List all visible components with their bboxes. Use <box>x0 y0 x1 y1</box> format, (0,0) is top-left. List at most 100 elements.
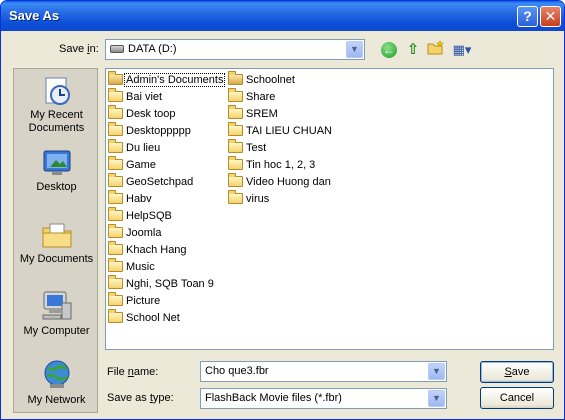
folder-icon <box>108 71 123 85</box>
list-item[interactable]: Admin's Documents <box>108 71 226 88</box>
list-item[interactable]: SREM <box>228 105 333 122</box>
folder-icon <box>228 105 243 119</box>
file-name: Habv <box>126 192 152 205</box>
title-bar[interactable]: Save As ? ✕ <box>1 1 564 31</box>
file-name-label: File name: <box>107 366 159 378</box>
close-button[interactable]: ✕ <box>540 6 561 27</box>
file-name: Bai viet <box>126 90 163 103</box>
save-as-type-label: Save as type: <box>107 392 174 404</box>
list-item[interactable]: Music <box>108 258 224 275</box>
list-item[interactable]: Tin hoc 1, 2, 3 <box>228 156 333 173</box>
list-item[interactable]: Test <box>228 139 333 156</box>
list-item[interactable]: Game <box>108 156 224 173</box>
save-as-dialog: Save As ? ✕ Save in: DATA (D:) ▼ ← ⇧ ▦▾ … <box>0 0 565 420</box>
list-item[interactable]: Picture <box>108 292 224 309</box>
folder-icon <box>228 88 243 102</box>
chevron-down-icon[interactable]: ▼ <box>428 390 445 407</box>
folder-icon <box>228 190 243 204</box>
file-name: Nghi, SQB Toan 9 <box>126 277 214 290</box>
file-column-1: Admin's Documents Bai viet Desk toop Deskto… <box>108 71 226 326</box>
folder-icon <box>108 190 123 204</box>
file-name: TAI LIEU CHUAN <box>246 124 332 137</box>
file-name: Picture <box>126 294 161 307</box>
place-desktop[interactable]: Desktop <box>14 147 99 194</box>
network-globe-icon <box>44 360 69 388</box>
folder-icon <box>108 173 123 187</box>
save-as-type-value: FlashBack Movie files (*.fbr) <box>205 392 342 404</box>
file-name: Tin hoc 1, 2, 3 <box>246 158 316 171</box>
place-my-computer[interactable]: My Computer <box>14 289 99 338</box>
file-name: Video Huong dan <box>246 175 331 188</box>
file-name: Share <box>246 90 276 103</box>
save-button[interactable]: Save <box>480 361 554 383</box>
list-item[interactable]: Schoolnet <box>228 71 333 88</box>
folder-icon <box>228 173 243 187</box>
list-item[interactable]: Du lieu <box>108 139 224 156</box>
back-arrow-icon: ← <box>381 42 397 59</box>
folder-icon <box>108 241 123 255</box>
save-in-dropdown[interactable]: DATA (D:) ▼ <box>105 39 365 60</box>
folder-icon <box>108 309 123 323</box>
list-item[interactable]: Khach Hang <box>108 241 224 258</box>
folder-icon <box>228 156 243 170</box>
save-in-label: Save in: <box>59 43 99 55</box>
folder-icon <box>108 88 123 102</box>
recent-documents-icon <box>45 77 70 105</box>
folder-up-icon: ⇧ <box>406 41 420 58</box>
file-name: Admin's Documents <box>123 72 226 87</box>
folder-icon <box>108 122 123 136</box>
file-name: Test <box>246 141 267 154</box>
folder-icon <box>108 224 123 238</box>
file-name: Du lieu <box>126 141 161 154</box>
place-my-network[interactable]: My Network <box>14 358 99 407</box>
file-list[interactable]: Admin's Documents Bai viet Desk toop Deskto… <box>105 68 554 350</box>
new-folder-icon <box>427 40 444 55</box>
save-as-type-dropdown[interactable]: FlashBack Movie files (*.fbr) ▼ <box>200 388 447 409</box>
list-item[interactable]: Desktoppppp <box>108 122 224 139</box>
up-one-level-button[interactable]: ⇧ <box>403 40 423 60</box>
cancel-button[interactable]: Cancel <box>480 387 554 409</box>
save-in-value: DATA (D:) <box>128 43 177 55</box>
list-item[interactable]: HelpSQB <box>108 207 224 224</box>
folder-icon <box>108 258 123 272</box>
places-bar: My Recent Documents Desktop My Documents <box>13 68 98 413</box>
views-menu-button[interactable]: ▦▾ <box>449 40 475 60</box>
chevron-down-icon[interactable]: ▼ <box>346 41 363 58</box>
list-item[interactable]: Desk toop <box>108 105 224 122</box>
list-item[interactable]: Nghi, SQB Toan 9 <box>108 275 224 292</box>
file-name-input[interactable]: Cho que3.fbr ▼ <box>200 361 447 382</box>
file-name: Joomla <box>126 226 162 239</box>
place-my-recent-documents[interactable]: My Recent Documents <box>14 75 99 135</box>
back-button[interactable]: ← <box>379 40 399 60</box>
file-name: GeoSetchpad <box>126 175 194 188</box>
list-item[interactable]: TAI LIEU CHUAN <box>228 122 333 139</box>
folder-icon <box>108 105 123 119</box>
place-my-documents[interactable]: My Documents <box>14 219 99 266</box>
file-name: virus <box>246 192 270 205</box>
list-item[interactable]: Bai viet <box>108 88 224 105</box>
create-new-folder-button[interactable] <box>426 40 446 60</box>
file-name: HelpSQB <box>126 209 172 222</box>
file-name: SREM <box>246 107 278 120</box>
file-name: Schoolnet <box>246 73 295 86</box>
file-name: Desk toop <box>126 107 176 120</box>
list-item[interactable]: Video Huong dan <box>228 173 333 190</box>
list-item[interactable]: GeoSetchpad <box>108 173 224 190</box>
file-name: Khach Hang <box>126 243 187 256</box>
folder-icon <box>108 139 123 153</box>
folder-icon <box>108 156 123 170</box>
list-item[interactable]: Share <box>228 88 333 105</box>
list-item[interactable]: Habv <box>108 190 224 207</box>
chevron-down-icon[interactable]: ▼ <box>428 363 445 380</box>
folder-icon <box>108 275 123 289</box>
file-name: Desktoppppp <box>126 124 191 137</box>
list-item[interactable]: School Net <box>108 309 224 326</box>
folder-icon <box>108 207 123 221</box>
help-button[interactable]: ? <box>517 6 538 27</box>
file-name: School Net <box>126 311 180 324</box>
file-name: Music <box>126 260 155 273</box>
list-item[interactable]: Joomla <box>108 224 224 241</box>
file-name-value: Cho que3.fbr <box>205 365 269 377</box>
drive-icon <box>110 45 124 54</box>
list-item[interactable]: virus <box>228 190 333 207</box>
